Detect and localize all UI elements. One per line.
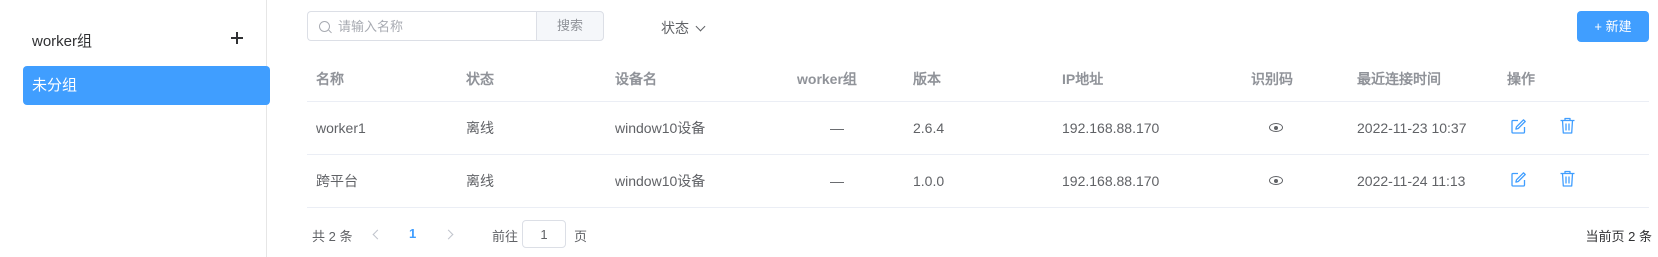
edit-icon[interactable] xyxy=(1510,171,1527,188)
column-header: 最近连接时间 xyxy=(1357,71,1441,87)
cell-status: 离线 xyxy=(466,173,494,189)
table-row: 跨平台 离线 window10设备 — 1.0.0 192.168.88.170… xyxy=(307,155,1649,208)
status-filter-dropdown[interactable]: 状态 xyxy=(661,18,706,38)
column-header: IP地址 xyxy=(1062,71,1104,87)
chevron-right-icon[interactable] xyxy=(443,226,459,242)
column-header: 识别码 xyxy=(1251,71,1293,87)
page-number[interactable]: 1 xyxy=(409,226,416,241)
search-icon xyxy=(319,21,330,32)
cell-last-connection: 2022-11-24 11:13 xyxy=(1357,173,1466,189)
cell-status: 离线 xyxy=(466,120,494,136)
cell-version: 1.0.0 xyxy=(913,173,945,189)
chevron-left-icon[interactable] xyxy=(368,226,384,242)
column-header: 状态 xyxy=(466,71,494,87)
column-header: 操作 xyxy=(1507,71,1535,87)
cell-device: window10设备 xyxy=(615,120,706,136)
sidebar-header: worker组 xyxy=(32,28,247,52)
new-button[interactable]: + 新建 xyxy=(1577,11,1649,42)
cell-version: 2.6.4 xyxy=(913,120,945,136)
eye-icon[interactable] xyxy=(1269,176,1283,185)
search-box xyxy=(307,11,536,41)
cell-device: window10设备 xyxy=(615,173,706,189)
pagination-total: 共 2 条 xyxy=(312,229,353,244)
plus-icon[interactable] xyxy=(227,28,247,48)
cell-ip: 192.168.88.170 xyxy=(1062,120,1160,136)
cell-group: — xyxy=(830,120,844,136)
goto-unit: 页 xyxy=(574,229,588,244)
column-header: 名称 xyxy=(316,71,344,87)
column-header: 版本 xyxy=(913,71,941,87)
delete-icon[interactable] xyxy=(1559,117,1576,135)
delete-icon[interactable] xyxy=(1559,170,1576,188)
goto-label: 前往 xyxy=(492,229,519,244)
goto-page-input[interactable] xyxy=(522,220,566,248)
search-button[interactable]: 搜索 xyxy=(536,11,604,41)
search-input[interactable] xyxy=(338,12,528,40)
cell-name: 跨平台 xyxy=(316,173,358,189)
table-row: worker1 离线 window10设备 — 2.6.4 192.168.88… xyxy=(307,102,1649,155)
current-page-count: 当前页 2 条 xyxy=(1585,229,1652,244)
workers-table: 名称 状态 设备名 worker组 版本 IP地址 识别码 最近连接时间 操作 … xyxy=(307,57,1649,208)
chevron-down-icon xyxy=(695,21,706,32)
sidebar-item-ungrouped[interactable]: 未分组 xyxy=(23,66,270,105)
cell-ip: 192.168.88.170 xyxy=(1062,173,1160,189)
sidebar: worker组 未分组 xyxy=(0,0,270,257)
status-filter-label: 状态 xyxy=(661,20,689,36)
cell-last-connection: 2022-11-23 10:37 xyxy=(1357,120,1467,136)
pagination: 共 2 条 1 前往 页 当前页 2 条 xyxy=(312,220,1652,248)
cell-group: — xyxy=(830,173,844,189)
cell-name: worker1 xyxy=(316,120,366,136)
sidebar-title: worker组 xyxy=(32,33,93,50)
column-header: 设备名 xyxy=(615,71,657,87)
column-header: worker组 xyxy=(797,71,857,87)
eye-icon[interactable] xyxy=(1269,123,1283,132)
table-header: 名称 状态 设备名 worker组 版本 IP地址 识别码 最近连接时间 操作 xyxy=(307,57,1649,102)
edit-icon[interactable] xyxy=(1510,118,1527,135)
